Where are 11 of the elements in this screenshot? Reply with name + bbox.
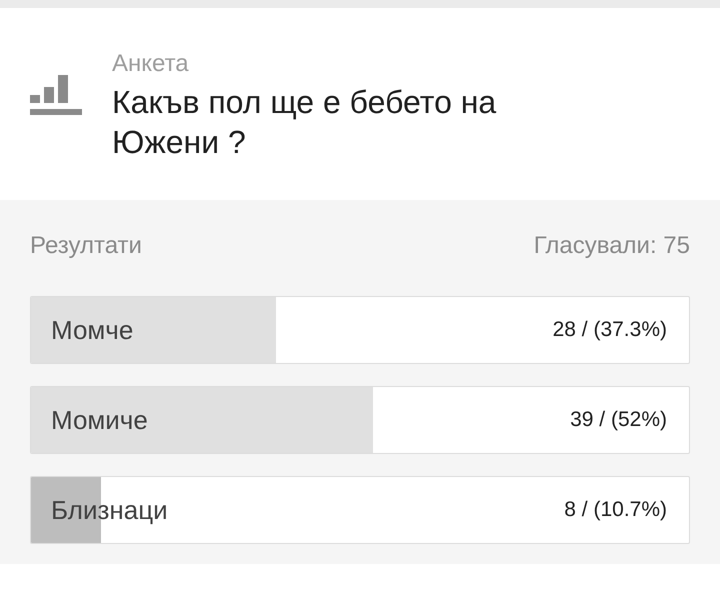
option-label: Близнаци xyxy=(51,494,168,526)
bar-chart-icon xyxy=(30,75,82,117)
poll-label: Анкета xyxy=(112,50,190,78)
option-result: 28 / (37.3%) xyxy=(552,317,667,344)
option-result: 39 / (52%) xyxy=(570,407,667,434)
vote-count: Гласували: 75 xyxy=(534,231,690,261)
poll-question: Какъв пол ще е бебето на Южени ? xyxy=(112,83,498,162)
results-title: Резултати xyxy=(30,231,142,261)
option-label: Момиче xyxy=(51,404,148,436)
option-result: 8 / (10.7%) xyxy=(564,497,667,524)
option-label: Момче xyxy=(51,314,134,346)
